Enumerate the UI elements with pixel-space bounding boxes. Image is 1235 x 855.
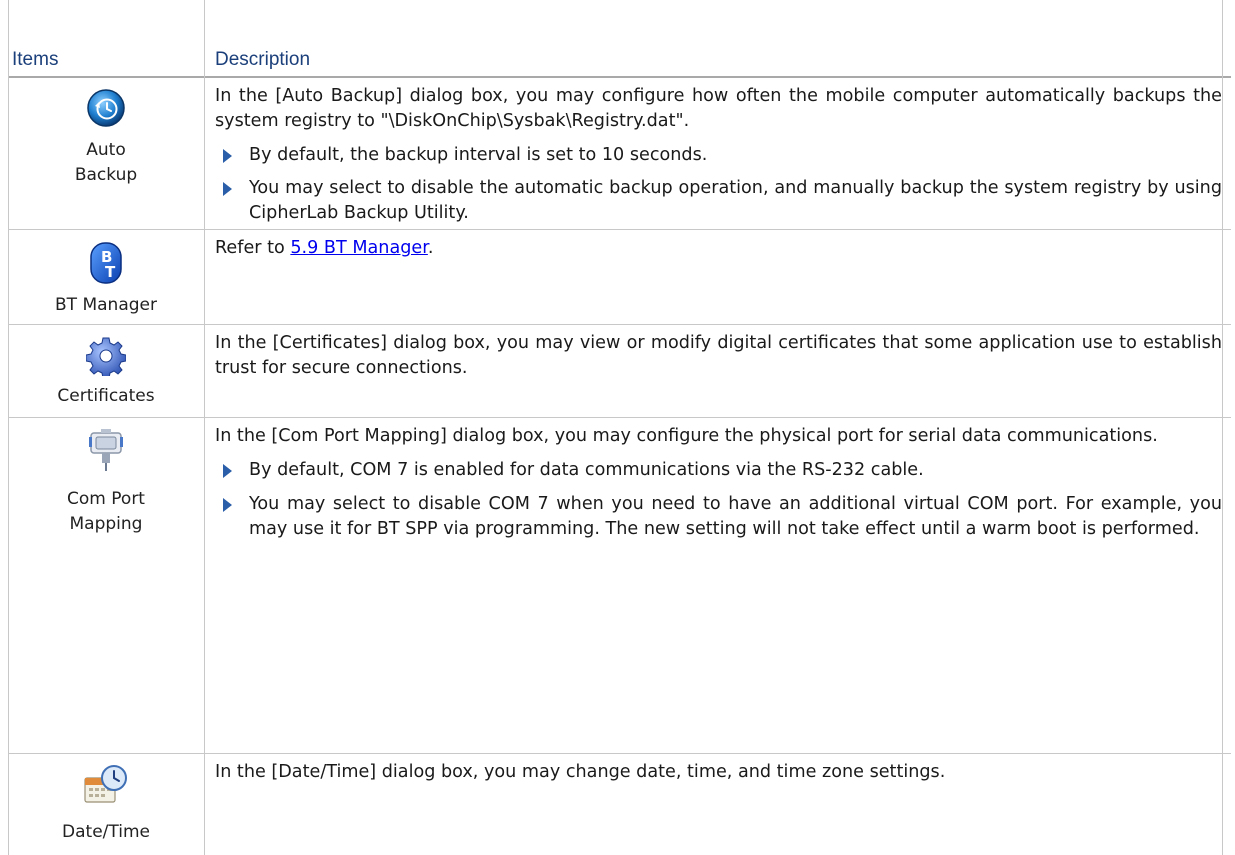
description-cell: In the [Com Port Mapping] dialog box, yo…	[204, 418, 1222, 753]
item-label: Auto	[86, 140, 126, 160]
date-time-icon	[84, 765, 127, 803]
table-row-date-time: Date/Time In the [Date/Time] dialog box,…	[8, 754, 1231, 855]
description-text: In the [Certificates] dialog box, you ma…	[215, 333, 1222, 378]
item-cell: B T BT Manager	[8, 230, 204, 324]
description-text: In the [Auto Backup] dialog box, you may…	[215, 86, 1222, 131]
description-cell: Refer to 5.9 BT Manager.	[204, 230, 1222, 324]
table-row-auto-backup: Auto Backup In the [Auto Backup] dialog …	[8, 78, 1231, 230]
border-left	[8, 0, 9, 40]
description-cell: In the [Certificates] dialog box, you ma…	[204, 325, 1222, 417]
reference-suffix: .	[427, 238, 434, 258]
bullet-item: You may select to disable the automatic …	[215, 176, 1222, 226]
item-label: BT Manager	[55, 295, 157, 315]
table-row-bt-manager: B T BT Manager Refer to 5.9 BT Manager.	[8, 230, 1231, 325]
border-mid	[204, 0, 205, 40]
table-top-gap	[8, 0, 1231, 40]
bt-manager-link[interactable]: 5.9 BT Manager	[290, 238, 428, 258]
bt-manager-icon: B T	[90, 242, 122, 284]
description-text: In the [Date/Time] dialog box, you may c…	[215, 762, 946, 782]
item-cell: Certificates	[8, 325, 204, 417]
border-right	[1222, 0, 1223, 40]
table-row-certificates: Certificates In the [Certificates] dialo…	[8, 325, 1231, 418]
item-label: Mapping	[69, 514, 143, 534]
bullet-item: By default, COM 7 is enabled for data co…	[215, 458, 1222, 483]
item-label: Certificates	[57, 386, 155, 406]
item-label: Com Port	[67, 489, 145, 509]
description-text: Refer to 5.9 BT Manager.	[215, 236, 1222, 261]
description-text: In the [Com Port Mapping] dialog box, yo…	[215, 426, 1158, 446]
bullet-arrow-icon	[223, 149, 232, 163]
svg-text:T: T	[105, 263, 116, 281]
header-description: Description	[215, 49, 311, 70]
bullet-text: By default, COM 7 is enabled for data co…	[249, 460, 924, 480]
auto-backup-icon	[87, 89, 125, 127]
item-cell: Com Port Mapping	[8, 418, 204, 753]
certificates-icon	[86, 337, 126, 376]
bullet-item: You may select to disable COM 7 when you…	[215, 492, 1222, 542]
bullet-arrow-icon	[223, 464, 232, 478]
com-port-mapping-icon	[89, 429, 123, 471]
description-cell: In the [Date/Time] dialog box, you may c…	[204, 754, 1222, 855]
item-cell: Date/Time	[8, 754, 204, 855]
table-header: Items Description	[8, 40, 1231, 78]
item-label: Date/Time	[62, 822, 150, 842]
column-border-mid	[204, 40, 205, 855]
bullet-arrow-icon	[223, 182, 232, 196]
reference-prefix: Refer to	[215, 238, 291, 258]
bullet-text: You may select to disable COM 7 when you…	[249, 494, 1222, 539]
table-row-com-port-mapping: Com Port Mapping In the [Com Port Mappin…	[8, 418, 1231, 754]
settings-table: Items Description Auto Backup In the [Au…	[8, 0, 1231, 855]
item-label: Backup	[74, 165, 138, 185]
item-cell: Auto Backup	[8, 78, 204, 229]
bullet-text: By default, the backup interval is set t…	[249, 145, 708, 165]
bullet-item: By default, the backup interval is set t…	[215, 143, 1222, 168]
bullet-text: You may select to disable the automatic …	[249, 178, 1222, 223]
column-border-right	[1222, 40, 1223, 855]
bullet-arrow-icon	[223, 498, 232, 512]
description-cell: In the [Auto Backup] dialog box, you may…	[204, 78, 1222, 229]
column-border-left	[8, 40, 9, 855]
header-items: Items	[12, 49, 59, 70]
